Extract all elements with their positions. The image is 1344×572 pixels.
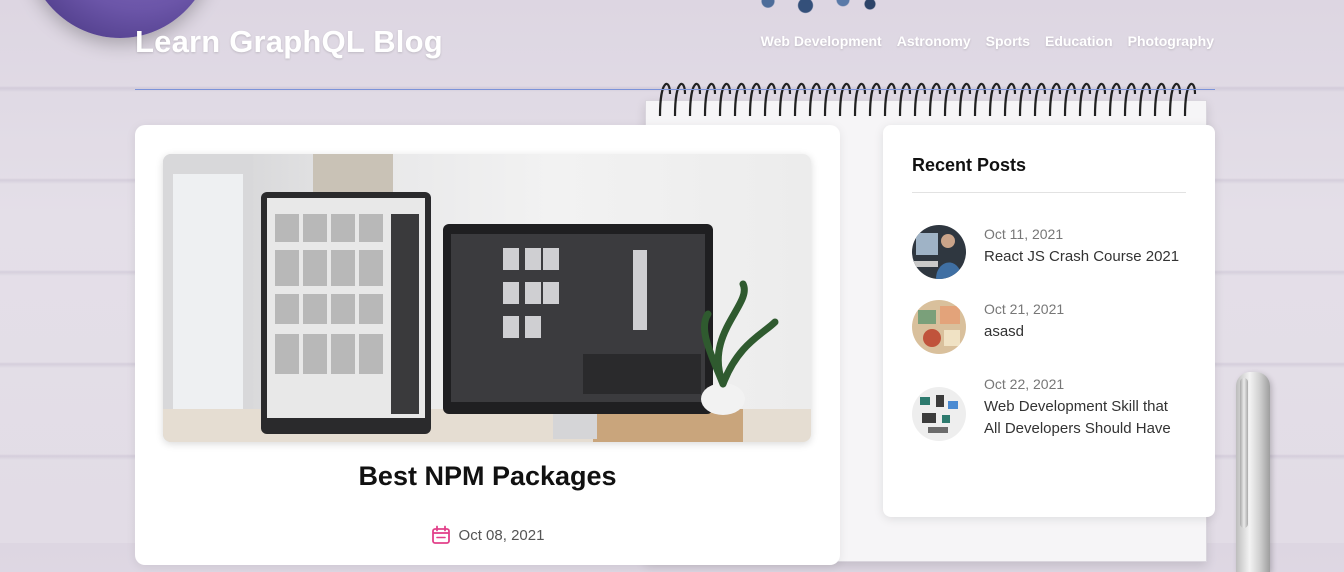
recent-posts-widget: Recent Posts Oct 11, 2021 React JS Crash… (883, 125, 1215, 517)
recent-post-date: Oct 22, 2021 (984, 376, 1065, 392)
main-nav: Web Development Astronomy Sports Educati… (761, 33, 1214, 49)
nav-item-sports[interactable]: Sports (986, 33, 1030, 49)
recent-post-thumbnail[interactable] (912, 387, 966, 441)
header-divider (135, 89, 1215, 90)
recent-post-item[interactable]: Oct 22, 2021 Web Development Skill that … (912, 375, 1192, 441)
recent-post-title[interactable]: React JS Crash Course 2021 (984, 246, 1184, 268)
recent-post-date: Oct 21, 2021 (984, 301, 1065, 317)
post-title[interactable]: Best NPM Packages (135, 461, 840, 492)
recent-post-item[interactable]: Oct 11, 2021 React JS Crash Course 2021 (912, 225, 1192, 279)
recent-posts-divider (912, 192, 1186, 193)
background-flowers (738, 0, 888, 18)
recent-post-thumbnail[interactable] (912, 225, 966, 279)
recent-post-title[interactable]: asasd (984, 321, 1184, 343)
post-date: Oct 08, 2021 (458, 526, 545, 544)
post-meta: Oct 08, 2021 (135, 525, 840, 545)
recent-posts-heading: Recent Posts (912, 155, 1027, 175)
site-title[interactable]: Learn GraphQL Blog (135, 24, 443, 60)
nav-item-photography[interactable]: Photography (1128, 33, 1214, 49)
background-pen-clip (1240, 378, 1248, 528)
monitors-illustration (163, 154, 811, 442)
recent-post-item[interactable]: Oct 21, 2021 asasd (912, 300, 1192, 354)
post-card: Best NPM Packages Oct 08, 2021 (135, 125, 840, 565)
calendar-icon (431, 525, 451, 545)
nav-item-web-development[interactable]: Web Development (761, 33, 882, 49)
nav-item-astronomy[interactable]: Astronomy (897, 33, 971, 49)
recent-post-date: Oct 11, 2021 (984, 226, 1064, 242)
nav-item-education[interactable]: Education (1045, 33, 1113, 49)
post-featured-image[interactable] (163, 154, 811, 442)
recent-post-thumbnail[interactable] (912, 300, 966, 354)
recent-post-title[interactable]: Web Development Skill that All Developer… (984, 396, 1184, 439)
background-notebook-spiral (658, 82, 1197, 117)
